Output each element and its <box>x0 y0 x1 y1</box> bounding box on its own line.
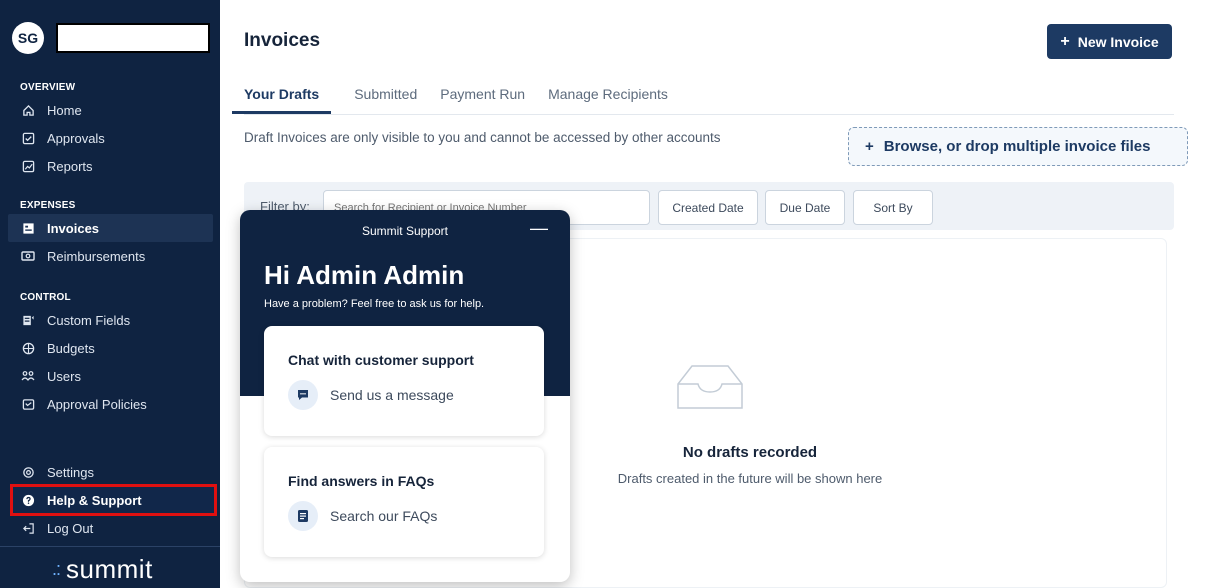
sidebar-divider <box>0 546 220 547</box>
sidebar-item-label: Invoices <box>47 220 100 236</box>
sidebar-item-label: Home <box>47 102 82 118</box>
chat-action-label: Send us a message <box>330 387 454 403</box>
sidebar-item-label: Reports <box>47 158 93 174</box>
chat-bubble-icon <box>288 380 318 410</box>
sidebar-item-settings[interactable]: Settings <box>0 458 220 486</box>
sidebar-section-control: CONTROL Custom Fields Budgets Users Appr… <box>0 290 220 418</box>
due-date-button[interactable]: Due Date <box>765 190 845 225</box>
faq-action-label: Search our FAQs <box>330 508 438 524</box>
help-icon <box>20 492 36 508</box>
new-invoice-label: New Invoice <box>1077 33 1159 50</box>
policy-icon <box>20 396 36 412</box>
page-title: Invoices <box>244 30 321 51</box>
faq-action[interactable]: Search our FAQs <box>288 501 437 531</box>
home-icon <box>20 102 36 118</box>
avatar[interactable]: SG <box>12 22 44 54</box>
summit-logo[interactable]: .: summit <box>52 554 153 585</box>
chart-icon <box>20 158 36 174</box>
sidebar-item-approvals[interactable]: Approvals <box>0 124 220 152</box>
sidebar-item-label: Log Out <box>47 520 94 536</box>
plus-icon: + <box>1060 32 1070 50</box>
sidebar-item-logout[interactable]: Log Out <box>0 514 220 542</box>
gear-icon <box>20 464 36 480</box>
chat-card-title: Chat with customer support <box>288 352 474 368</box>
sidebar-item-reports[interactable]: Reports <box>0 152 220 180</box>
sidebar-section-expenses: EXPENSES Invoices Reimbursements <box>0 198 220 270</box>
faq-card-title: Find answers in FAQs <box>288 473 435 489</box>
tabs: Your Drafts Submitted Payment Run Manage… <box>232 84 691 114</box>
minimize-icon[interactable]: — <box>530 218 548 239</box>
logo-dots-icon: .: <box>52 559 61 579</box>
sidebar-item-label: Budgets <box>47 340 95 356</box>
sidebar-item-label: Settings <box>47 464 94 480</box>
sidebar-item-label: Reimbursements <box>47 248 146 264</box>
sidebar-section-bottom: Settings Help & Support Log Out <box>0 458 220 542</box>
sidebar-item-home[interactable]: Home <box>0 96 220 124</box>
support-widget: Summit Support — Hi Admin Admin Have a p… <box>240 210 570 582</box>
sidebar-item-label: Users <box>47 368 81 384</box>
sidebar-heading: OVERVIEW <box>20 82 76 93</box>
tab-submitted[interactable]: Submitted <box>354 84 417 114</box>
tab-payment-run[interactable]: Payment Run <box>440 84 525 114</box>
sidebar-item-label: Help & Support <box>47 492 142 508</box>
sidebar-item-help-support[interactable]: Help & Support <box>10 484 217 516</box>
sidebar-item-label: Approval Policies <box>47 396 147 412</box>
sidebar-heading: EXPENSES <box>20 200 76 211</box>
logo-text: summit <box>66 554 153 584</box>
tab-manage-recipients[interactable]: Manage Recipients <box>548 84 668 114</box>
sidebar-item-custom-fields[interactable]: Custom Fields <box>0 306 220 334</box>
plus-icon: + <box>865 138 874 155</box>
redacted-account-name <box>56 23 210 53</box>
sidebar-heading: CONTROL <box>20 292 71 303</box>
cash-icon <box>20 248 36 264</box>
sidebar-item-approval-policies[interactable]: Approval Policies <box>0 390 220 418</box>
tab-your-drafts[interactable]: Your Drafts <box>232 84 332 114</box>
new-invoice-button[interactable]: + New Invoice <box>1047 24 1172 59</box>
support-title: Summit Support <box>361 224 449 238</box>
sidebar-item-budgets[interactable]: Budgets <box>0 334 220 362</box>
drop-label: Browse, or drop multiple invoice files <box>883 138 1151 155</box>
sidebar: SG OVERVIEW Home Approvals Reports EXPEN… <box>0 0 220 588</box>
drafts-notice: Draft Invoices are only visible to you a… <box>244 130 721 145</box>
chat-support-card[interactable]: Chat with customer support Send us a mes… <box>264 326 544 436</box>
faq-card[interactable]: Find answers in FAQs Search our FAQs <box>264 447 544 557</box>
sidebar-item-users[interactable]: Users <box>0 362 220 390</box>
created-date-button[interactable]: Created Date <box>658 190 758 225</box>
users-icon <box>20 368 36 384</box>
sidebar-item-label: Custom Fields <box>47 312 131 328</box>
logout-icon <box>20 520 36 536</box>
file-drop-zone[interactable]: + Browse, or drop multiple invoice files <box>848 127 1188 166</box>
check-square-icon <box>20 130 36 146</box>
sidebar-item-label: Approvals <box>47 130 105 146</box>
support-greeting: Hi Admin Admin <box>264 260 465 290</box>
sort-by-button[interactable]: Sort By <box>853 190 933 225</box>
fields-icon <box>20 312 36 328</box>
sidebar-item-reimbursements[interactable]: Reimbursements <box>0 242 220 270</box>
budget-icon <box>20 340 36 356</box>
invoice-icon <box>20 220 36 236</box>
document-icon <box>288 501 318 531</box>
sidebar-section-overview: OVERVIEW Home Approvals Reports <box>0 80 220 180</box>
sidebar-item-invoices[interactable]: Invoices <box>8 214 213 242</box>
tabs-divider <box>244 114 1174 115</box>
sidebar-account[interactable]: SG <box>12 22 210 54</box>
support-subtitle: Have a problem? Feel free to ask us for … <box>264 298 485 310</box>
empty-inbox-icon <box>674 362 746 417</box>
chat-action[interactable]: Send us a message <box>288 380 454 410</box>
